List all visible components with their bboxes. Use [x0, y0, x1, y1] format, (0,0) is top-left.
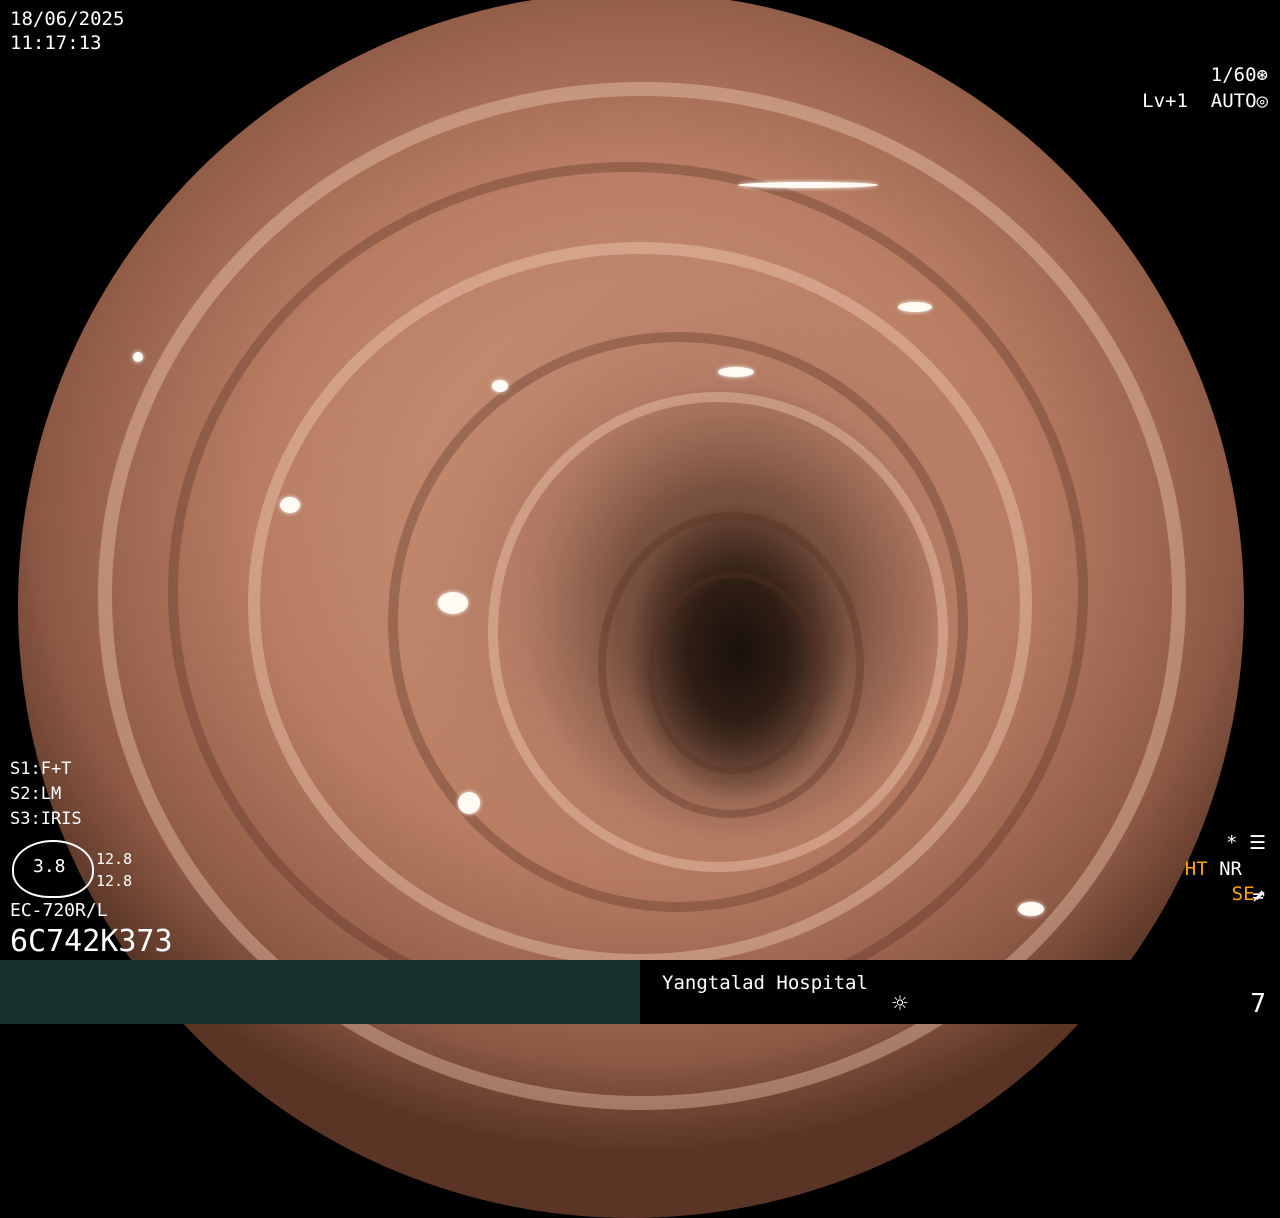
not-equal-icon: ≠	[1252, 885, 1264, 907]
serial-number-label: 6C742K373	[10, 924, 173, 959]
iris-icon: ◎	[1256, 90, 1268, 112]
switch-s1: S1:F+T	[10, 759, 72, 779]
image-counter: 7	[1250, 989, 1266, 1019]
light-reflection	[718, 367, 754, 377]
gauge-bottom-value: 12.8	[96, 872, 133, 890]
endoscope-view	[18, 0, 1244, 1218]
ht-label: HT	[1184, 858, 1208, 880]
sun-icon: ☼	[892, 989, 908, 1019]
light-reflection	[458, 792, 480, 814]
mode-label: AUTO	[1210, 90, 1257, 112]
se-label: SE	[1231, 883, 1255, 905]
exposure-row: Lv+1 AUTO◎	[1119, 68, 1268, 112]
light-reflection	[133, 352, 143, 362]
light-reflection	[1018, 902, 1044, 916]
light-reflection	[492, 380, 508, 392]
lumen-ring	[648, 572, 820, 774]
light-reflection	[438, 592, 468, 614]
date-label: 18/06/2025	[10, 8, 125, 30]
light-reflection	[738, 182, 878, 188]
switch-s2: S2:LM	[10, 784, 62, 804]
bottom-status-bar	[0, 960, 1280, 1024]
light-reflection	[898, 302, 932, 312]
scope-model-label: EC-720R/L	[10, 900, 108, 921]
settings-sliders-icon: ☰	[1248, 832, 1266, 854]
level-label: Lv+1	[1142, 90, 1188, 112]
gauge-value: 3.8	[33, 856, 66, 877]
switch-s3: S3:IRIS	[10, 809, 82, 829]
hospital-name: Yangtalad Hospital	[662, 972, 868, 994]
light-reflection	[280, 497, 300, 513]
gauge-top-value: 12.8	[96, 850, 133, 868]
time-label: 11:17:13	[10, 32, 102, 54]
